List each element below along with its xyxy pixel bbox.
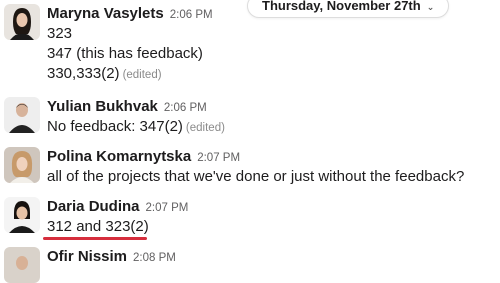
annotation-underline [43,237,147,240]
message-text: No feedback: 347(2) (edited) [47,118,225,135]
sender-name[interactable]: Ofir Nissim [47,248,127,265]
edited-label: (edited) [122,69,162,81]
sender-name[interactable]: Yulian Bukhvak [47,98,158,115]
date-divider-label: Thursday, November 27th [262,0,421,13]
timestamp[interactable]: 2:07 PM [197,152,240,164]
avatar[interactable] [4,4,40,40]
date-divider-button[interactable]: Thursday, November 27th ⌄ [247,0,450,18]
avatar[interactable] [4,147,40,183]
timestamp[interactable]: 2:06 PM [170,9,213,21]
timestamp[interactable]: 2:07 PM [146,202,189,214]
sender-name[interactable]: Polina Komarnytska [47,148,191,165]
avatar[interactable] [4,197,40,233]
timestamp[interactable]: 2:08 PM [133,252,176,264]
timestamp[interactable]: 2:06 PM [164,102,207,114]
sender-name[interactable]: Daria Dudina [47,198,140,215]
message-text: 330,333(2) (edited) [47,65,162,82]
message-text: 323 [47,25,73,42]
message-text: all of the projects that we've done or j… [47,168,465,185]
avatar[interactable] [4,97,40,133]
edited-label: (edited) [185,122,225,134]
message-text: 347 (this has feedback) [47,45,203,62]
sender-name[interactable]: Maryna Vasylets [47,5,164,22]
message-text: 312 and 323(2) [47,218,149,235]
chevron-down-icon: ⌄ [426,2,435,12]
avatar[interactable] [4,247,40,283]
